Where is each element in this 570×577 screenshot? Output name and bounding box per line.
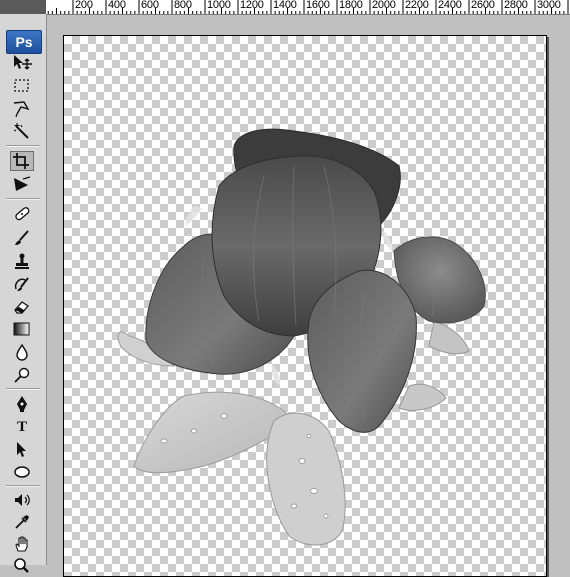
document-canvas[interactable]: [63, 35, 547, 577]
healing-brush-tool[interactable]: [10, 204, 34, 224]
ruler-label: 2600: [471, 0, 495, 11]
crop-tool[interactable]: [10, 151, 34, 171]
lower-center-petal: [266, 412, 346, 546]
slice-icon: [14, 176, 31, 191]
zoom-icon: [14, 558, 29, 573]
ruler-label: 400: [108, 0, 126, 11]
clone-stamp-tool[interactable]: [10, 251, 34, 271]
brush-tool[interactable]: [10, 228, 34, 248]
lasso-tool[interactable]: [10, 99, 34, 119]
hand-tool[interactable]: [10, 534, 34, 554]
tools-panel: Ps T: [0, 14, 47, 573]
dodge-icon: [14, 367, 30, 383]
ruler-label: 1600: [306, 0, 330, 11]
audio-note-icon: [15, 494, 30, 506]
path-selection-icon: [17, 442, 26, 457]
type-icon: T: [16, 418, 27, 435]
tools-separator: [6, 388, 40, 390]
blur-tool[interactable]: [10, 342, 34, 362]
ruler-label: 2800: [504, 0, 528, 11]
path-selection-tool[interactable]: [10, 439, 34, 459]
blur-drop-icon: [16, 343, 28, 361]
move-tool[interactable]: [10, 52, 34, 72]
ruler-label: 2200: [405, 0, 429, 11]
ruler-label: 2000: [372, 0, 396, 11]
move-icon: [14, 55, 32, 70]
zoom-tool[interactable]: [10, 556, 34, 576]
ruler-label: 800: [174, 0, 192, 11]
pen-icon: [17, 396, 27, 412]
ruler-label: 1000: [207, 0, 231, 11]
ruler-label: 600: [141, 0, 159, 11]
history-brush-icon: [14, 277, 29, 291]
ruler-label: 2400: [438, 0, 462, 11]
eyedropper-tool[interactable]: [10, 512, 34, 532]
notes-tool[interactable]: [10, 490, 34, 510]
flower-image: [117, 128, 486, 546]
tools-separator: [6, 485, 40, 487]
shape-tool[interactable]: [10, 462, 34, 482]
marquee-icon: [14, 79, 29, 92]
ruler-label: 1400: [273, 0, 297, 11]
brush-icon: [15, 230, 29, 245]
ruler-label: 1200: [240, 0, 264, 11]
horizontal-ruler[interactable]: 200 400 600 800 1000 1200 1400 1600 1800 2000 2200…: [46, 0, 570, 15]
tools-separator: [6, 145, 40, 147]
ruler-corner: [0, 0, 46, 14]
eraser-icon: [14, 301, 29, 314]
crop-icon: [13, 153, 29, 169]
magic-wand-icon: [13, 123, 29, 139]
stamp-icon: [15, 253, 29, 269]
gradient-icon: [13, 322, 30, 336]
bandage-icon: [15, 207, 30, 221]
small-right-petal: [428, 320, 470, 355]
tools-separator: [6, 198, 40, 200]
eyedropper-icon: [15, 515, 29, 529]
pen-tool[interactable]: [10, 394, 34, 414]
polygonal-lasso-icon: [13, 101, 30, 118]
ellipse-icon: [14, 466, 30, 478]
type-tool[interactable]: T: [10, 417, 34, 437]
ruler-label: 3000: [537, 0, 561, 11]
right-lower-petal: [398, 383, 447, 411]
gradient-tool[interactable]: [10, 319, 34, 339]
hand-icon: [15, 536, 28, 552]
ruler-label: 200: [75, 0, 93, 11]
marquee-tool[interactable]: [10, 76, 34, 96]
magic-wand-tool[interactable]: [10, 121, 34, 141]
dodge-tool[interactable]: [10, 365, 34, 385]
document-window[interactable]: [47, 15, 570, 577]
ruler-label: 1800: [339, 0, 363, 11]
photoshop-logo[interactable]: Ps: [6, 30, 42, 54]
slice-tool[interactable]: [10, 174, 34, 194]
history-brush-tool[interactable]: [10, 274, 34, 294]
eraser-tool[interactable]: [10, 297, 34, 317]
